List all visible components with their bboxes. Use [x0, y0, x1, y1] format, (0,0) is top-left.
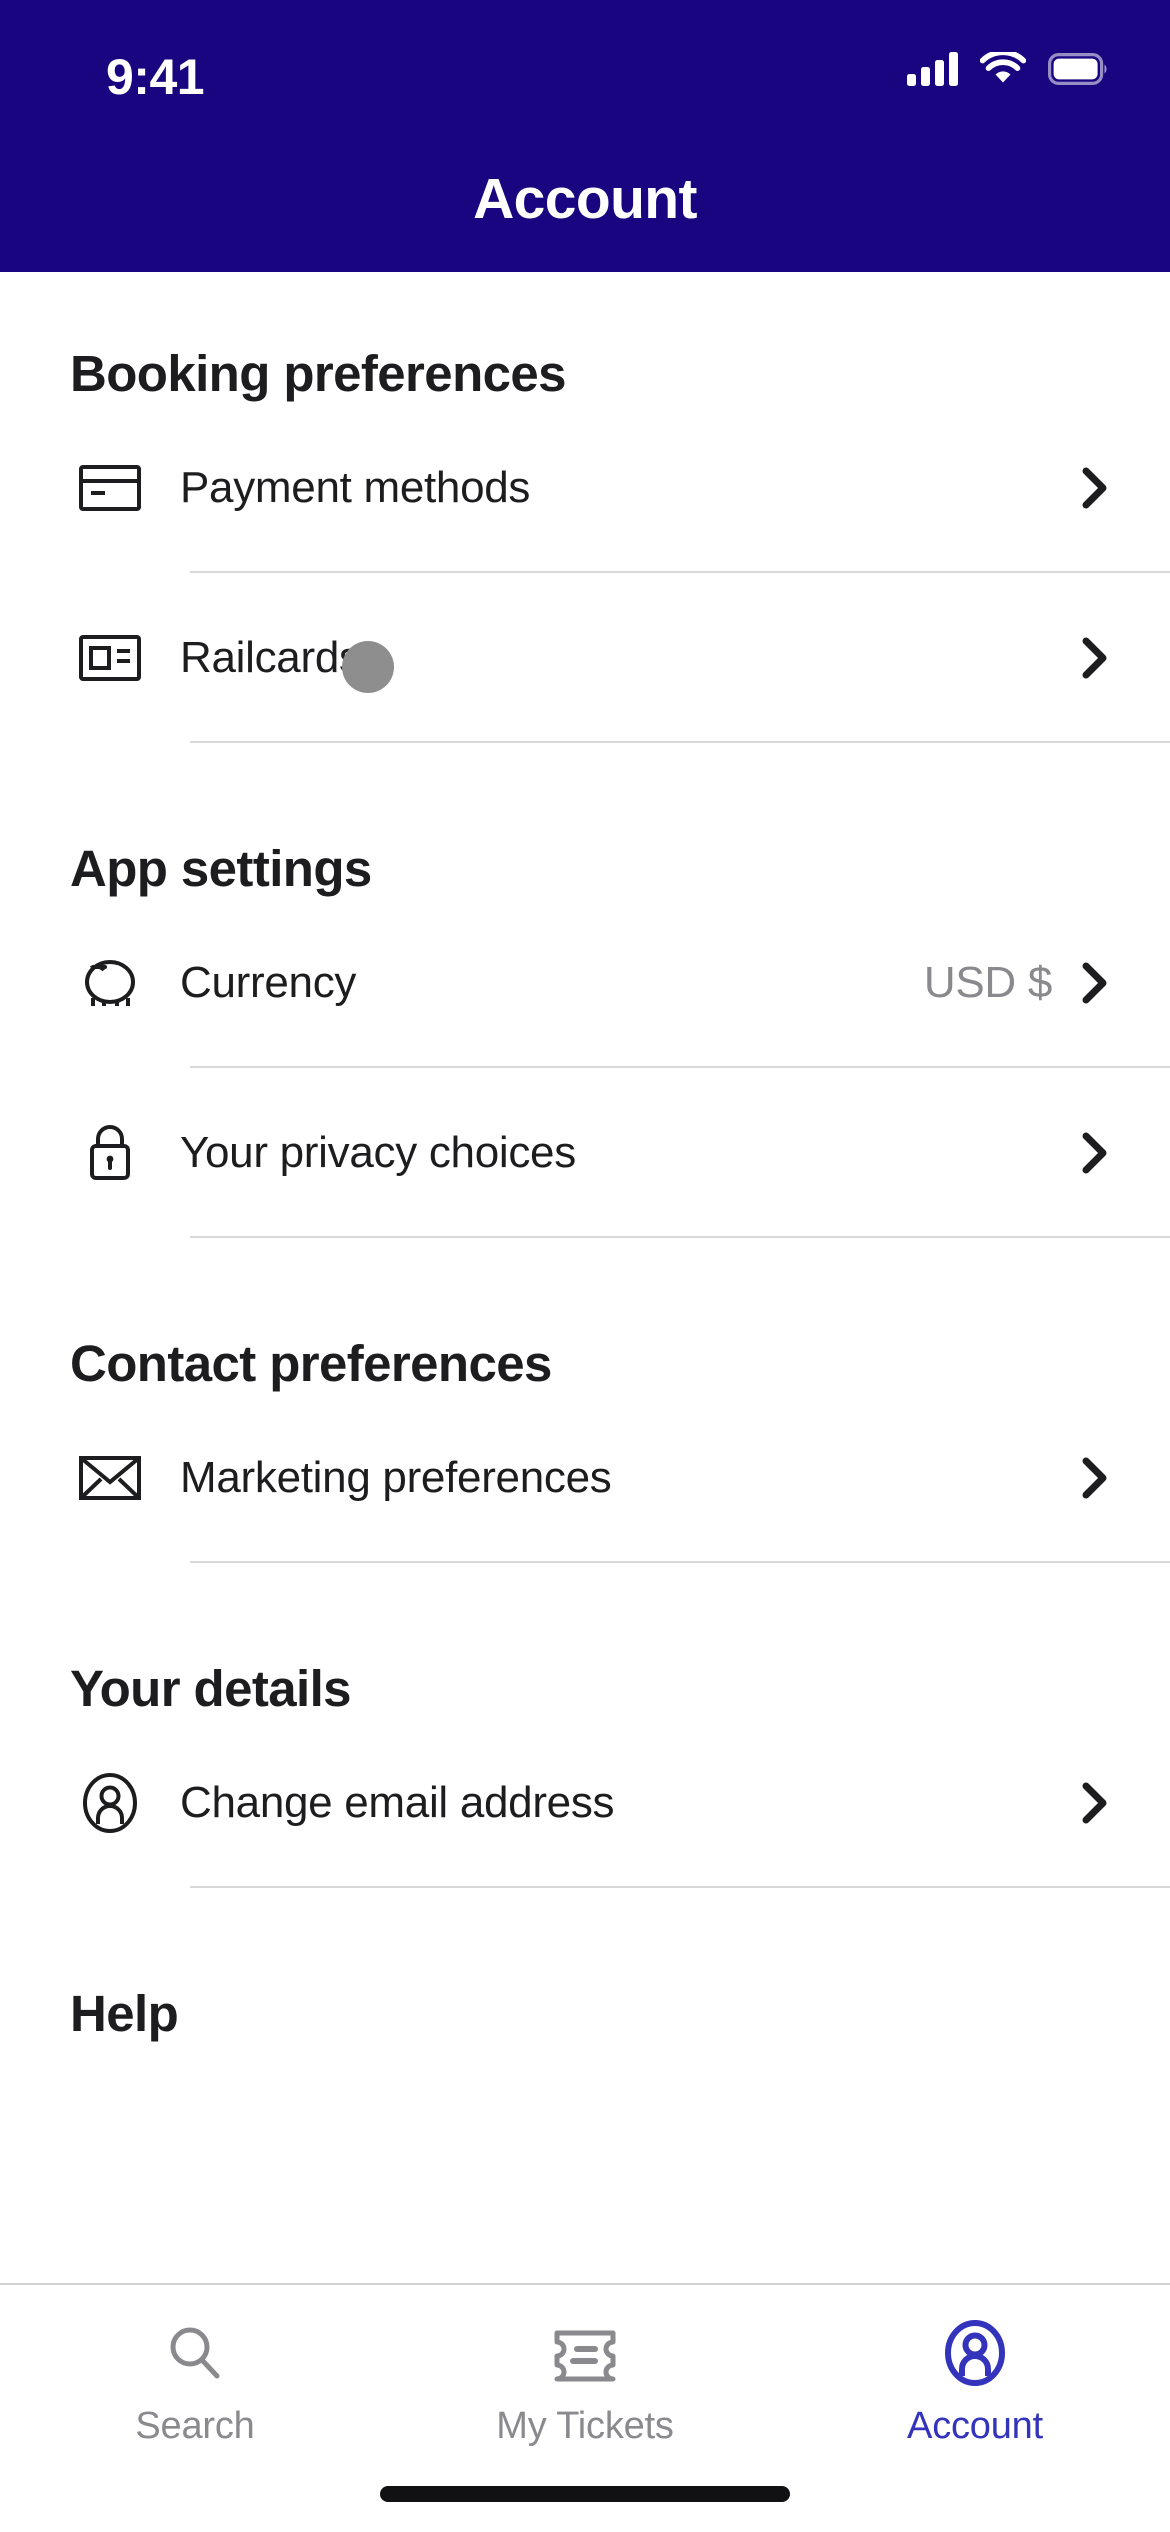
settings-row-payment-methods[interactable]: Payment methods: [0, 403, 1170, 573]
home-indicator: [380, 2486, 790, 2502]
tab-label: Account: [907, 2405, 1043, 2447]
settings-row-label: Your privacy choices: [180, 1128, 576, 1177]
bottom-tab-bar: Search My Tickets Account: [0, 2283, 1170, 2472]
settings-row-value: USD $: [923, 958, 1052, 1007]
padlock-icon: [50, 1068, 170, 1238]
tab-label: Search: [135, 2405, 255, 2447]
tab-my-tickets[interactable]: My Tickets: [390, 2285, 780, 2472]
row-divider: [190, 1886, 1170, 1888]
app-header: 9:41 Account: [0, 0, 1170, 272]
status-bar-icons: [907, 52, 1110, 86]
cellular-signal-icon: [907, 52, 958, 86]
settings-row-privacy-choices[interactable]: Your privacy choices: [0, 1068, 1170, 1238]
search-icon: [163, 2317, 227, 2389]
railcard-icon: [50, 573, 170, 743]
settings-row-label: Payment methods: [180, 463, 531, 512]
status-bar-time: 9:41: [106, 49, 205, 105]
tab-search[interactable]: Search: [0, 2285, 390, 2472]
settings-scroll-area[interactable]: Booking preferences Payment methods Rail…: [0, 272, 1170, 2282]
chevron-right-icon: [1078, 462, 1170, 514]
account-circle-icon: [943, 2317, 1007, 2389]
settings-row-marketing-preferences[interactable]: Marketing preferences: [0, 1393, 1170, 1563]
chevron-right-icon: [1078, 1127, 1170, 1179]
section-heading-your-details: Your details: [70, 1660, 352, 1717]
credit-card-icon: [50, 403, 170, 573]
chevron-right-icon: [1078, 632, 1170, 684]
ticket-icon: [549, 2317, 621, 2389]
chevron-right-icon: [1078, 1777, 1170, 1829]
section-heading-help: Help: [70, 1985, 179, 2042]
row-divider: [190, 1561, 1170, 1563]
row-divider: [190, 1236, 1170, 1238]
settings-row-railcards[interactable]: Railcards: [0, 573, 1170, 743]
battery-icon: [1048, 53, 1110, 85]
row-divider: [190, 741, 1170, 743]
settings-row-label: Marketing preferences: [180, 1453, 612, 1502]
status-bar: 9:41: [0, 0, 1170, 120]
account-circle-icon: [50, 1718, 170, 1888]
page-title: Account: [473, 167, 697, 231]
tab-label: My Tickets: [496, 2405, 674, 2447]
section-heading-booking-preferences: Booking preferences: [70, 345, 567, 402]
account-settings-screen: 9:41 Account Booking preferences Payment…: [0, 0, 1170, 2532]
section-heading-contact-preferences: Contact preferences: [70, 1335, 552, 1392]
section-heading-app-settings: App settings: [70, 840, 372, 897]
settings-row-change-email-address[interactable]: Change email address: [0, 1718, 1170, 1888]
tab-account[interactable]: Account: [780, 2285, 1170, 2472]
chevron-right-icon: [1078, 1452, 1170, 1504]
tap-indicator: [342, 641, 394, 693]
settings-row-label: Railcards: [180, 633, 361, 682]
settings-row-label: Change email address: [180, 1778, 615, 1827]
settings-row-label: Currency: [180, 958, 357, 1007]
wifi-icon: [980, 52, 1026, 86]
chevron-right-icon: [1078, 957, 1170, 1009]
piggy-bank-icon: [50, 898, 170, 1068]
settings-row-currency[interactable]: Currency USD $: [0, 898, 1170, 1068]
envelope-icon: [50, 1393, 170, 1563]
